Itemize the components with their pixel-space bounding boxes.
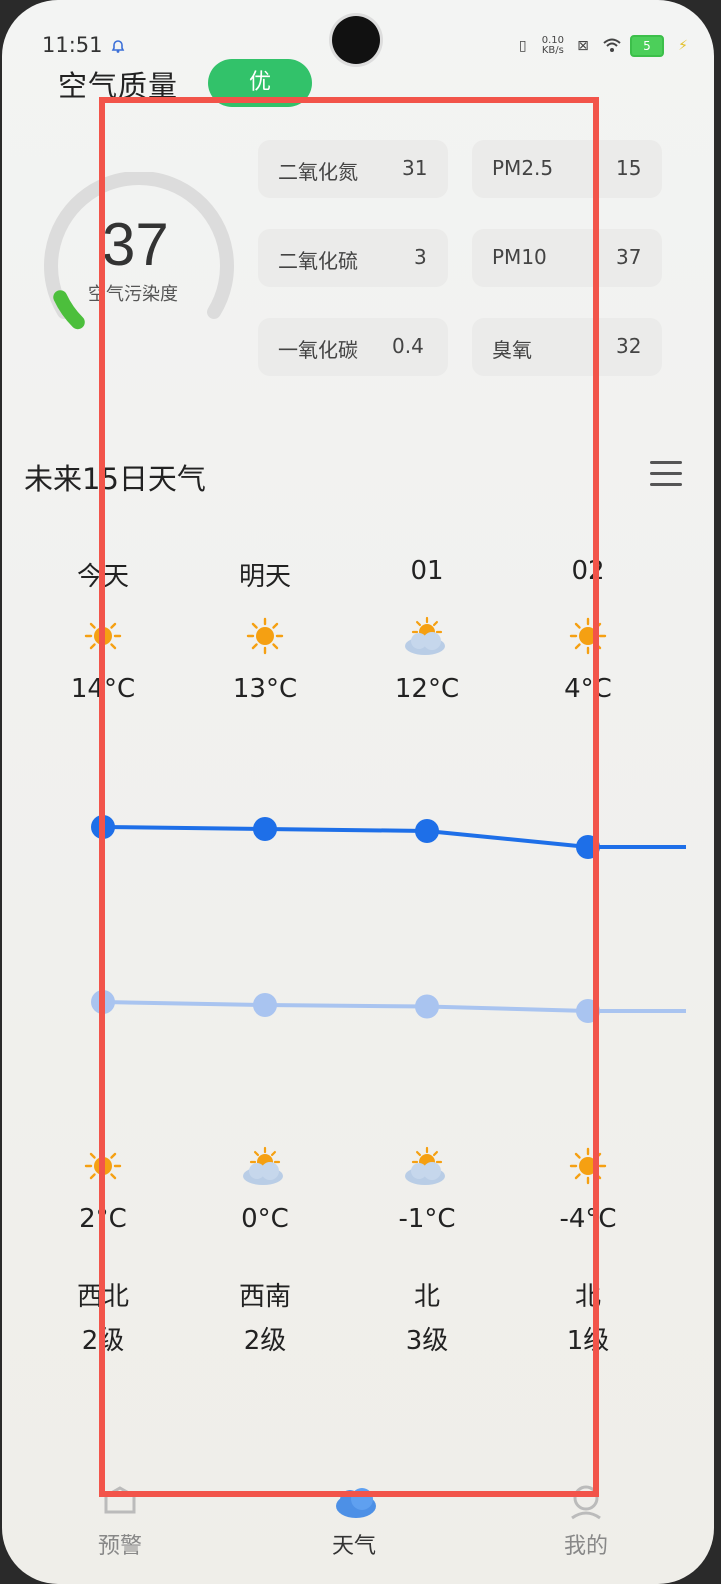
pollutant-no2: 二氧化氮 31 <box>258 140 448 198</box>
nav-item-warning[interactable]: 预警 <box>70 1482 170 1560</box>
day-label: 01 <box>410 556 444 586</box>
pollutant-value: 37 <box>616 245 642 269</box>
nav-label: 天气 <box>331 1534 376 1559</box>
nav-item-weather[interactable]: 天气 <box>304 1482 404 1560</box>
pollutant-pm10: PM10 37 <box>472 229 662 287</box>
net-speed: 0.10 KB/s <box>542 36 564 56</box>
low-temp: 2°C <box>79 1204 127 1234</box>
pollutant-value: 31 <box>402 156 428 180</box>
pollutant-pm25: PM2.5 15 <box>472 140 662 198</box>
wind-level: 2级 <box>243 1326 287 1356</box>
pollutant-name: 一氧化碳 <box>278 338 358 362</box>
pollutant-o3: 臭氧 32 <box>472 318 662 376</box>
wind-direction: 西南 <box>238 1282 291 1312</box>
sun-icon <box>518 1144 658 1188</box>
forecast-title: 未来15日天气 <box>24 462 206 496</box>
low-temp: 0°C <box>241 1204 289 1234</box>
high-temp-point-2 <box>415 819 439 843</box>
low-temp-point-2 <box>415 994 439 1019</box>
pollutant-name: 二氧化硫 <box>278 249 358 273</box>
low-temp: -4°C <box>559 1204 617 1234</box>
sun-icon <box>33 614 173 658</box>
pollutant-name: 二氧化氮 <box>278 160 358 184</box>
aqi-gauge-label: 空气污染度 <box>88 284 178 305</box>
aqi-value: 37 <box>102 211 169 278</box>
phone-screen: 11:51 ▯ 0.10 KB/s ⊠ 5 ⚡ 空气质量 优 37 空气污染度 … <box>2 0 714 1584</box>
front-camera <box>332 16 380 64</box>
pollutant-co: 一氧化碳 0.4 <box>258 318 448 376</box>
day-label: 02 <box>571 556 605 586</box>
charging-icon: ⚡ <box>678 38 688 54</box>
high-temp: 13°C <box>232 674 298 704</box>
low-temp-point-3 <box>576 999 600 1023</box>
high-temp-point-0 <box>91 815 115 839</box>
day-label: 今天 <box>76 562 129 592</box>
low-temp-point-1 <box>253 993 277 1017</box>
notification-bell-icon <box>110 38 126 54</box>
wind-direction: 北 <box>413 1282 440 1312</box>
pollutant-name: 臭氧 <box>492 338 532 362</box>
status-time: 11:51 <box>42 33 103 57</box>
nav-item-profile[interactable]: 我的 <box>536 1482 636 1560</box>
battery-icon: 5 <box>630 35 664 57</box>
high-temp: 4°C <box>564 674 612 704</box>
net-speed-unit: KB/s <box>541 45 564 56</box>
profile-icon <box>566 1482 606 1522</box>
wind-direction: 西北 <box>76 1282 129 1312</box>
warning-icon <box>100 1482 140 1522</box>
nav-label: 预警 <box>97 1534 142 1559</box>
wifi-icon <box>602 37 621 55</box>
partly-cloudy-icon <box>357 614 497 658</box>
sun-icon <box>33 1144 173 1188</box>
high-temp-point-3 <box>576 835 600 859</box>
menu-icon[interactable] <box>650 461 682 489</box>
pollutant-value: 0.4 <box>392 334 424 358</box>
air-quality-badge: 优 <box>208 59 312 107</box>
pollutant-name: PM10 <box>492 245 547 269</box>
weather-cloud-icon <box>334 1482 376 1522</box>
low-temp: -1°C <box>398 1204 456 1234</box>
vibrate-icon: ▯ <box>518 38 527 54</box>
wind-level: 3级 <box>405 1326 449 1356</box>
pollutant-value: 3 <box>414 245 427 269</box>
status-icons: ▯ 0.10 KB/s ⊠ 5 ⚡ <box>514 34 692 58</box>
wind-level: 1级 <box>566 1326 610 1356</box>
temperature-chart <box>91 815 686 1023</box>
sun-icon <box>518 614 658 658</box>
pollutant-name: PM2.5 <box>492 156 554 180</box>
pollutant-so2: 二氧化硫 3 <box>258 229 448 287</box>
air-quality-title: 空气质量 <box>58 69 179 103</box>
wind-direction: 北 <box>574 1282 601 1312</box>
partly-cloudy-icon <box>195 1144 335 1188</box>
bottom-nav: 预警 天气 我的 <box>2 1470 714 1584</box>
wind-level: 2级 <box>81 1326 125 1356</box>
high-temp: 14°C <box>70 674 136 704</box>
day-label: 明天 <box>238 562 291 592</box>
sun-icon <box>195 614 335 658</box>
nav-label: 我的 <box>563 1534 608 1559</box>
high-temp: 12°C <box>394 674 460 704</box>
close-box-icon: ⊠ <box>577 38 589 54</box>
partly-cloudy-icon <box>357 1144 497 1188</box>
low-temp-point-0 <box>91 990 115 1014</box>
high-temp-point-1 <box>253 817 277 841</box>
pollutant-value: 15 <box>616 156 642 180</box>
pollutant-value: 32 <box>616 334 642 358</box>
